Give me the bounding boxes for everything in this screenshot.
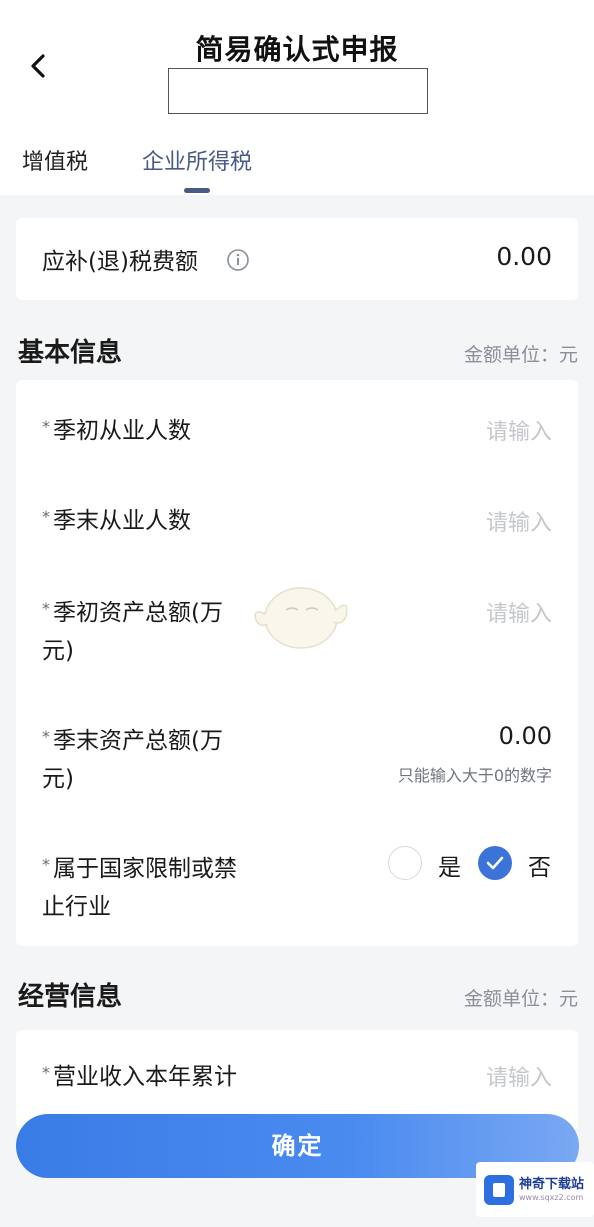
tab-active-indicator: [184, 188, 210, 193]
end-assets-hint: 只能输入大于0的数字: [397, 766, 552, 785]
page-title: 简易确认式申报: [195, 33, 399, 66]
field-label-end-employees: * 季末从业人数: [42, 507, 191, 534]
tax-amount-label: 应补(退)税费额: [42, 249, 198, 275]
watermark-sub: www.sqxz2.com: [519, 1193, 584, 1202]
radio-no-label[interactable]: 否: [528, 848, 551, 882]
tab-vat[interactable]: 增值税: [22, 144, 88, 176]
mascot-watermark-icon: [254, 587, 348, 649]
watermark-text: 神奇下载站: [519, 1177, 585, 1192]
end-employees-input[interactable]: 请输入: [486, 505, 552, 537]
field-label-start-employees: * 季初从业人数: [42, 417, 191, 444]
start-employees-input[interactable]: 请输入: [486, 414, 552, 446]
header: 简易确认式申报 增值税 企业所得税: [0, 0, 594, 195]
radio-no[interactable]: [478, 846, 512, 880]
field-label-revenue-ytd: * 营业收入本年累计: [42, 1063, 237, 1090]
section-title-business-info: 经营信息: [18, 982, 123, 1012]
checkmark-icon: [486, 856, 504, 870]
site-logo-icon: [484, 1174, 514, 1205]
tab-corporate-income-tax[interactable]: 企业所得税: [142, 144, 252, 176]
tax-amount-value: 0.00: [496, 242, 552, 271]
end-assets-input[interactable]: 0.00: [499, 722, 552, 750]
tax-summary-card: 应补(退)税费额: [16, 218, 578, 300]
unit-label-basic: 金额单位：元: [463, 344, 578, 366]
radio-yes[interactable]: [388, 846, 422, 880]
revenue-ytd-input[interactable]: 请输入: [486, 1060, 552, 1092]
start-assets-input[interactable]: 请输入: [486, 596, 552, 628]
field-label-start-assets: * 季初资产总额(万 元): [42, 599, 223, 664]
title-input-box[interactable]: [168, 68, 428, 114]
field-label-restricted-industry: * 属于国家限制或禁 止行业: [42, 855, 237, 920]
info-icon[interactable]: [226, 248, 250, 272]
field-label-end-assets: * 季末资产总额(万 元): [42, 727, 223, 792]
section-title-basic-info: 基本信息: [18, 338, 123, 368]
unit-label-business: 金额单位：元: [463, 988, 578, 1010]
site-watermark: 神奇下载站 www.sqxz2.com: [476, 1162, 594, 1217]
radio-yes-label[interactable]: 是: [438, 848, 461, 882]
